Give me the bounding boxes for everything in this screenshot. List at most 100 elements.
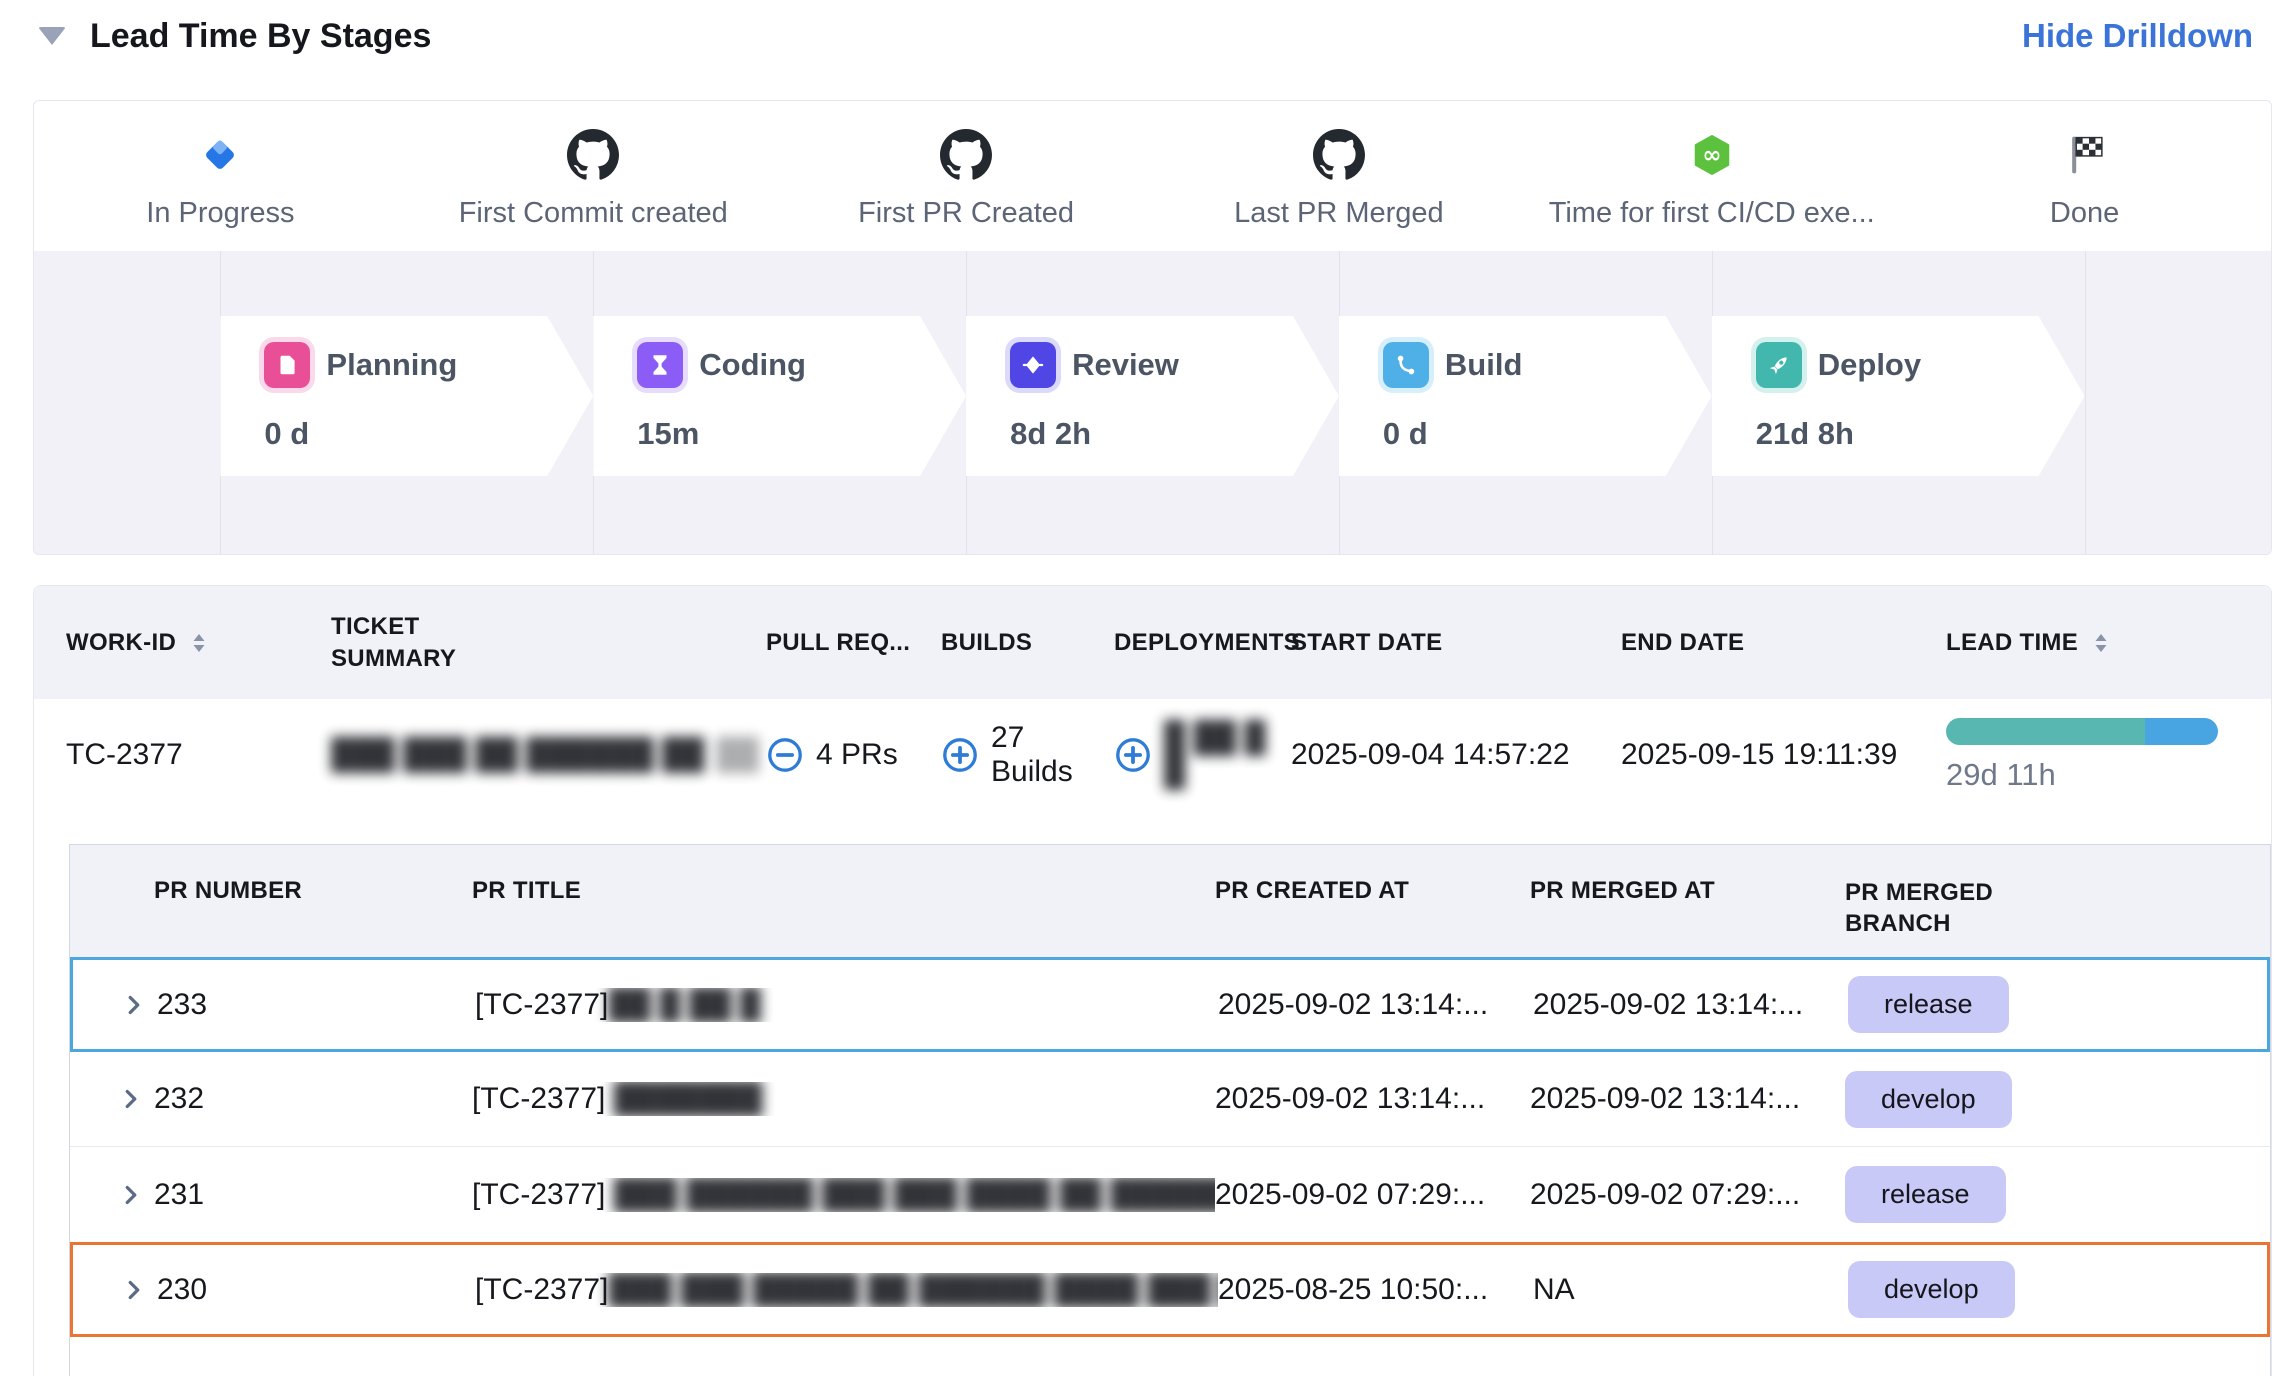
- milestone-first-commit: First Commit created: [407, 101, 780, 251]
- work-id: TC-2377: [66, 738, 331, 772]
- milestone-cicd: ∞ Time for first CI/CD exe...: [1525, 101, 1898, 251]
- sort-icon[interactable]: [2090, 631, 2112, 655]
- stage-name: Review: [1072, 347, 1179, 383]
- divider: [2085, 251, 2086, 554]
- hide-drilldown-link[interactable]: Hide Drilldown: [2022, 17, 2253, 55]
- milestone-label: In Progress: [146, 197, 294, 230]
- pr-number: 233: [157, 988, 475, 1022]
- branch-badge: develop: [1845, 1071, 2012, 1128]
- stage-flow-panel: In Progress First Commit created First P…: [33, 100, 2272, 555]
- pr-number: 230: [157, 1273, 475, 1307]
- lead-bar-segment-blue: [2145, 718, 2218, 745]
- pr-created-at: 2025-09-02 13:14:...: [1215, 1082, 1530, 1116]
- milestone-label: First Commit created: [459, 197, 728, 230]
- pr-number: 231: [154, 1178, 472, 1212]
- branch-badge: release: [1845, 1166, 2006, 1223]
- col-start-date: START DATE: [1291, 629, 1621, 657]
- col-pr-number: PR NUMBER: [154, 877, 472, 905]
- deployments-cell: █ ██ █ █: [1114, 721, 1291, 789]
- col-end-date: END DATE: [1621, 629, 1946, 657]
- lead-time-cell: 29d 11h: [1946, 718, 2239, 793]
- diamond-icon: [1010, 342, 1056, 388]
- pull-requests-cell: 4 PRs: [766, 736, 941, 774]
- col-deployments: DEPLOYMENTS: [1114, 629, 1291, 657]
- pr-merged-at: NA: [1533, 1273, 1848, 1307]
- milestone-done: Done: [1898, 101, 2271, 251]
- minus-circle-icon[interactable]: [766, 736, 804, 774]
- pr-row-231[interactable]: 231 [TC-2377] ███ ██████ ███ ███ ████ ██…: [70, 1147, 2270, 1242]
- stage-planning: Planning 0 d: [220, 316, 593, 476]
- build-count: 27 Builds: [991, 721, 1114, 789]
- pr-count: 4 PRs: [816, 738, 898, 772]
- page-title: Lead Time By Stages: [90, 17, 431, 56]
- pr-title: [TC-2377] ███████: [472, 1082, 1215, 1116]
- pr-title: [TC-2377]██ █ ██ █: [475, 988, 1218, 1022]
- stage-name: Build: [1445, 347, 1523, 383]
- hourglass-icon: [637, 342, 683, 388]
- chevron-right-icon[interactable]: [116, 1180, 154, 1210]
- lead-time-bar: [1946, 718, 2218, 745]
- stage-name: Coding: [699, 347, 806, 383]
- stage-build: Build 0 d: [1339, 316, 1712, 476]
- milestone-row: In Progress First Commit created First P…: [34, 101, 2271, 251]
- stage-value: 0 d: [264, 416, 593, 452]
- pr-created-at: 2025-08-25 10:50:...: [1218, 1273, 1533, 1307]
- stage-value: 21d 8h: [1756, 416, 2085, 452]
- stage-review: Review 8d 2h: [966, 316, 1339, 476]
- pr-title: [TC-2377]███ ███ █████ ██ ██████ ████ ██…: [475, 1273, 1218, 1307]
- branch-badge: develop: [1848, 1261, 2015, 1318]
- collapse-triangle-icon[interactable]: [38, 27, 66, 45]
- milestone-in-progress: In Progress: [34, 101, 407, 251]
- checkered-flag-icon: [2063, 125, 2107, 185]
- stage-value: 8d 2h: [1010, 416, 1339, 452]
- deployment-count: █ ██ █ █: [1164, 721, 1291, 789]
- pr-created-at: 2025-09-02 07:29:...: [1215, 1178, 1530, 1212]
- github-icon: [1313, 125, 1365, 185]
- col-ticket-summary: TICKET SUMMARY: [331, 611, 501, 673]
- work-items-table: WORK-ID TICKET SUMMARY PULL REQ... BUILD…: [33, 585, 2272, 1376]
- col-pr-created-at: PR CREATED AT: [1215, 877, 1530, 905]
- col-builds: BUILDS: [941, 629, 1114, 657]
- stage-name: Deploy: [1818, 347, 1921, 383]
- milestone-label: Done: [2050, 197, 2119, 230]
- branch-badge: release: [1848, 976, 2009, 1033]
- sort-icon[interactable]: [188, 631, 210, 655]
- col-work-id[interactable]: WORK-ID: [66, 629, 331, 657]
- cicd-green-icon: ∞: [1689, 125, 1735, 185]
- pr-table: PR NUMBER PR TITLE PR CREATED AT PR MERG…: [69, 844, 2271, 1376]
- lead-time-value: 29d 11h: [1946, 757, 2056, 793]
- plus-circle-icon[interactable]: [941, 736, 979, 774]
- milestone-last-pr-merged: Last PR Merged: [1152, 101, 1525, 251]
- pr-merged-at: 2025-09-02 13:14:...: [1533, 988, 1848, 1022]
- work-table-header: WORK-ID TICKET SUMMARY PULL REQ... BUILD…: [34, 586, 2271, 699]
- pr-merged-at: 2025-09-02 13:14:...: [1530, 1082, 1845, 1116]
- chevron-right-icon[interactable]: [119, 1275, 157, 1305]
- col-pr-merged-at: PR MERGED AT: [1530, 877, 1845, 905]
- plus-circle-icon[interactable]: [1114, 736, 1152, 774]
- stage-value: 0 d: [1383, 416, 1712, 452]
- builds-cell: 27 Builds: [941, 721, 1114, 789]
- pr-row-232[interactable]: 232 [TC-2377] ███████ 2025-09-02 13:14:.…: [70, 1052, 2270, 1147]
- stage-deploy: Deploy 21d 8h: [1712, 316, 2085, 476]
- chevron-right-icon[interactable]: [119, 990, 157, 1020]
- branch-icon: [1383, 342, 1429, 388]
- note-icon: [264, 342, 310, 388]
- work-item-row[interactable]: TC-2377 ███ ███ ██ ██████ ██ ██ 4 PRs 27…: [34, 699, 2271, 811]
- pr-number: 232: [154, 1082, 472, 1116]
- end-date: 2025-09-15 19:11:39: [1621, 738, 1946, 772]
- github-icon: [567, 125, 619, 185]
- stage-chevron-area: Planning 0 d Coding 15m Revi: [34, 251, 2271, 554]
- ticket-summary: ███ ███ ██ ██████ ██ ██: [331, 738, 766, 772]
- col-lead-time[interactable]: LEAD TIME: [1946, 629, 2239, 657]
- col-pr-title: PR TITLE: [472, 877, 1215, 905]
- pr-merged-at: 2025-09-02 07:29:...: [1530, 1178, 1845, 1212]
- pr-title: [TC-2377] ███ ██████ ███ ███ ████ ██ ███…: [472, 1178, 1215, 1212]
- milestone-label: First PR Created: [858, 197, 1074, 230]
- col-pull-requests: PULL REQ...: [766, 629, 941, 657]
- pr-row-233[interactable]: 233 [TC-2377]██ █ ██ █ 2025-09-02 13:14:…: [70, 957, 2270, 1052]
- chevron-right-icon[interactable]: [116, 1084, 154, 1114]
- start-date: 2025-09-04 14:57:22: [1291, 738, 1621, 772]
- lead-time-drilldown-screen: Lead Time By Stages Hide Drilldown In Pr…: [0, 0, 2291, 1376]
- milestone-first-pr: First PR Created: [780, 101, 1153, 251]
- pr-row-230[interactable]: 230 [TC-2377]███ ███ █████ ██ ██████ ███…: [70, 1242, 2270, 1337]
